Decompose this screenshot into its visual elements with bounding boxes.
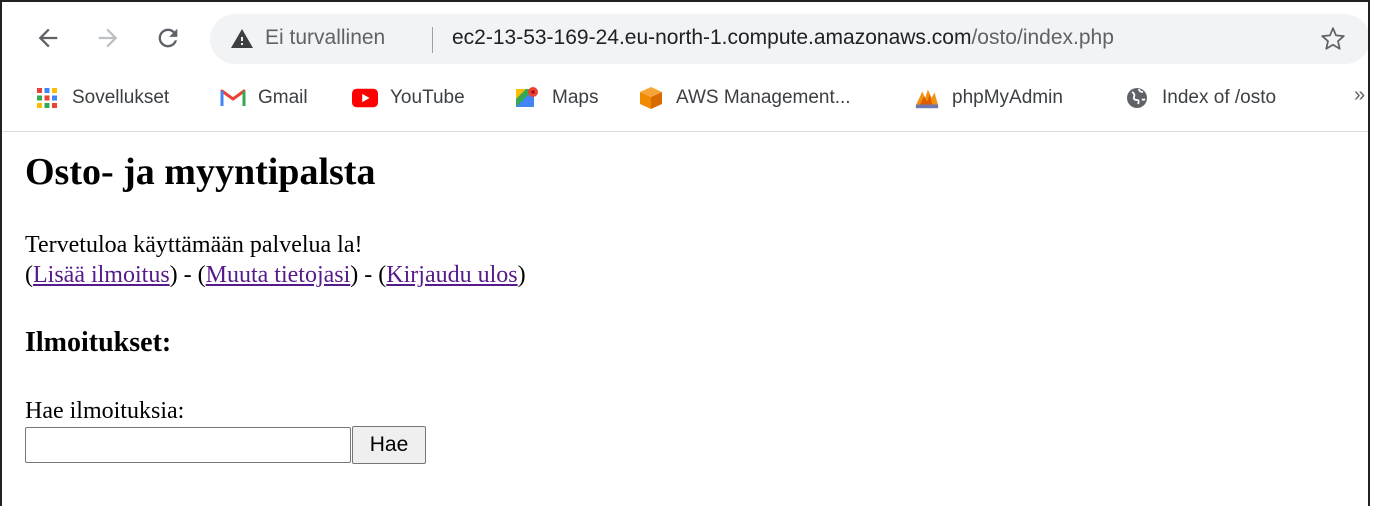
edit-profile-link[interactable]: Muuta tietojasi <box>206 262 351 288</box>
forward-button[interactable] <box>90 20 126 56</box>
bookmark-aws[interactable]: AWS Management... <box>638 76 851 120</box>
address-bar[interactable]: Ei turvallinen ec2-13-53-169-24.eu-north… <box>210 14 1368 64</box>
browser-window: Ei turvallinen ec2-13-53-169-24.eu-north… <box>0 0 1370 506</box>
bookmark-label: Index of /osto <box>1162 87 1277 108</box>
phpmyadmin-icon <box>914 85 940 111</box>
logout-link[interactable]: Kirjaudu ulos <box>386 262 517 288</box>
user-links: (Lisää ilmoitus) - (Muuta tietojasi) - (… <box>25 262 526 288</box>
arrow-right-icon <box>98 28 118 48</box>
bookmark-phpmyadmin[interactable]: phpMyAdmin <box>914 76 1063 120</box>
bookmark-index-osto[interactable]: Index of /osto <box>1124 76 1276 120</box>
bookmarks-overflow-icon[interactable]: » <box>1354 84 1365 107</box>
bookmark-youtube[interactable]: YouTube <box>352 76 465 120</box>
url-path: /osto/index.php <box>971 26 1114 49</box>
welcome-text: Tervetuloa käyttämään palvelua la! <box>25 232 363 258</box>
arrow-left-icon <box>38 28 58 48</box>
search-input[interactable] <box>25 427 351 463</box>
bookmarks-bar: Sovellukset Gmail YouTube Maps AWS Manag… <box>2 76 1368 132</box>
back-button[interactable] <box>30 20 66 56</box>
search-form: Hae <box>25 426 1355 464</box>
page-content: Osto- ja myyntipalsta Tervetuloa käyttäm… <box>25 132 1355 464</box>
omnibox-divider <box>432 27 433 53</box>
apps-grid-icon <box>34 85 60 111</box>
browser-toolbar: Ei turvallinen ec2-13-53-169-24.eu-north… <box>2 2 1368 76</box>
aws-cube-icon <box>638 85 664 111</box>
search-button[interactable]: Hae <box>352 426 426 464</box>
bookmark-gmail[interactable]: Gmail <box>220 76 308 120</box>
reload-icon <box>158 28 178 48</box>
bookmark-label: YouTube <box>390 87 465 108</box>
star-icon[interactable] <box>1320 26 1346 52</box>
bookmark-maps[interactable]: Maps <box>514 76 598 120</box>
listings-heading: Ilmoitukset: <box>25 327 172 358</box>
add-listing-link[interactable]: Lisää ilmoitus <box>33 262 170 288</box>
warning-triangle-icon[interactable] <box>230 27 254 51</box>
page-title: Osto- ja myyntipalsta <box>25 151 376 193</box>
bookmark-label: Maps <box>552 87 599 108</box>
globe-icon <box>1124 85 1150 111</box>
security-label[interactable]: Ei turvallinen <box>265 26 385 50</box>
gmail-icon <box>220 85 246 111</box>
youtube-icon <box>352 85 378 111</box>
maps-icon <box>514 85 540 111</box>
bookmark-label: Gmail <box>258 87 308 108</box>
bookmark-apps[interactable]: Sovellukset <box>34 76 169 120</box>
reload-button[interactable] <box>150 20 186 56</box>
url-host: ec2-13-53-169-24.eu-north-1.compute.amaz… <box>452 26 972 49</box>
bookmark-label: phpMyAdmin <box>952 87 1063 108</box>
bookmark-label: AWS Management... <box>676 87 851 108</box>
bookmark-label: Sovellukset <box>72 87 170 108</box>
search-label: Hae ilmoituksia: <box>25 398 185 424</box>
url-text[interactable]: ec2-13-53-169-24.eu-north-1.compute.amaz… <box>452 26 1114 50</box>
